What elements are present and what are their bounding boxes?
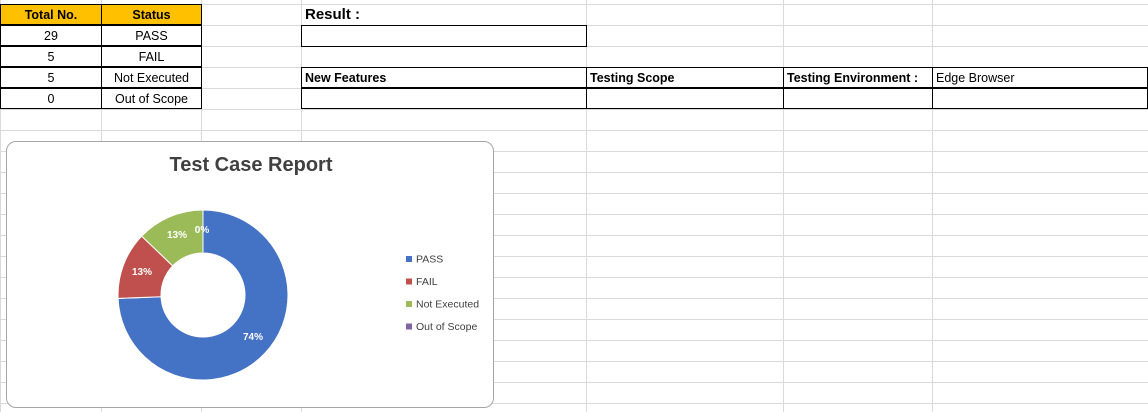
result-value-cell[interactable] <box>301 25 587 47</box>
result-label[interactable]: Result : <box>305 6 360 23</box>
doughnut-chart: 74% 13% 13% 0% PASS FAIL Not Executed Out of Sc… <box>117 209 479 381</box>
grid-column-line <box>586 0 587 412</box>
header-status[interactable]: Status <box>101 4 202 25</box>
status-cell-pass[interactable]: PASS <box>101 25 202 46</box>
legend-swatch-out-of-scope <box>406 323 412 330</box>
count-cell-not-executed[interactable]: 5 <box>0 67 102 88</box>
testing-scope-cell[interactable]: Testing Scope <box>586 67 784 88</box>
legend-swatch-not-executed <box>406 301 412 307</box>
grid-column-line <box>783 0 784 412</box>
legend-label-pass: PASS <box>416 254 443 266</box>
data-label-out-of-scope: 0% <box>195 225 210 236</box>
chart-container[interactable]: Test Case Report 74% 13% 13% 0% PASS FAIL Not … <box>6 141 494 408</box>
data-label-not-executed: 13% <box>167 230 187 241</box>
environment-extra-cell[interactable] <box>932 88 1148 109</box>
grid-column-line <box>932 0 933 412</box>
status-cell-fail[interactable]: FAIL <box>101 46 202 67</box>
legend-swatch-fail <box>406 278 412 285</box>
data-label-fail: 13% <box>132 267 152 278</box>
testing-scope-value-cell[interactable] <box>586 88 784 109</box>
count-cell-pass[interactable]: 29 <box>0 25 102 46</box>
new-features-cell[interactable]: New Features <box>301 67 587 88</box>
data-label-pass: 74% <box>243 332 263 343</box>
legend-label-out-of-scope: Out of Scope <box>416 321 477 333</box>
status-cell-not-executed[interactable]: Not Executed <box>101 67 202 88</box>
count-cell-out-of-scope[interactable]: 0 <box>0 88 102 109</box>
count-cell-fail[interactable]: 5 <box>0 46 102 67</box>
header-total-no[interactable]: Total No. <box>0 4 102 25</box>
legend-swatch-pass <box>406 256 412 262</box>
testing-environment-cell[interactable]: Testing Environment : <box>783 67 933 88</box>
testing-environment-value-cell[interactable] <box>783 88 933 109</box>
legend-label-not-executed: Not Executed <box>416 299 479 311</box>
status-cell-out-of-scope[interactable]: Out of Scope <box>101 88 202 109</box>
environment-value-cell[interactable]: Edge Browser <box>932 67 1148 88</box>
legend-label-fail: FAIL <box>416 276 438 288</box>
new-features-value-cell[interactable] <box>301 88 587 109</box>
